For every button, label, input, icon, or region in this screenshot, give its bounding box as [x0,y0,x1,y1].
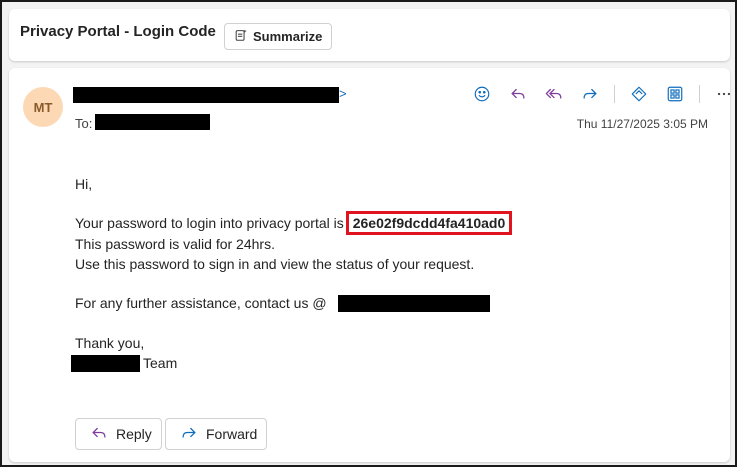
toolbar-divider [614,85,615,103]
forward-icon [180,424,198,445]
thanks-line: Thank you, [75,335,145,351]
reply-button[interactable]: Reply [75,418,162,450]
password-line-text: Your password to login into privacy port… [75,215,344,231]
contact-email-redacted[interactable] [338,295,490,312]
smiley-icon[interactable] [470,82,494,106]
sender-avatar[interactable]: MT [23,87,63,127]
sender-name-redacted[interactable] [73,87,339,103]
subject-bar: Privacy Portal - Login Code Summarize [9,9,730,61]
summarize-label: Summarize [253,29,323,44]
received-date: Thu 11/27/2025 3:05 PM [576,117,708,131]
sender-address-suffix: > [339,86,347,101]
more-icon[interactable] [712,82,736,106]
apps-icon[interactable] [663,82,687,106]
greeting: Hi, [75,176,93,192]
reply-all-icon[interactable] [542,82,566,106]
email-subject: Privacy Portal - Login Code [20,23,216,40]
to-label: To: [75,116,93,131]
login-code: 26e02f9dcdd4fa410ad0 [345,211,513,235]
reply-label: Reply [116,426,152,442]
instruction-line: Use this password to sign in and view th… [75,256,475,272]
reply-icon[interactable] [506,82,530,106]
immersive-reader-icon[interactable] [627,82,651,106]
validity-line: This password is valid for 24hrs. [75,236,275,252]
summarize-button[interactable]: Summarize [224,23,332,50]
forward-button[interactable]: Forward [165,418,267,450]
recipient-redacted[interactable] [95,114,210,130]
assistance-line: For any further assistance, contact us @ [75,295,327,311]
forward-label: Forward [206,426,258,442]
email-window: Privacy Portal - Login Code Summarize MT… [0,0,737,467]
team-label: Team [143,355,178,371]
company-name-redacted [71,355,140,372]
forward-icon[interactable] [578,82,602,106]
password-line: Your password to login into privacy port… [75,211,513,235]
message-card: MT > To: Thu 11/27/2025 3:05 PM Hi, Your… [9,68,731,462]
summarize-icon [234,28,248,45]
reply-icon [90,424,108,445]
message-toolbar [470,82,737,106]
toolbar-divider [699,85,700,103]
